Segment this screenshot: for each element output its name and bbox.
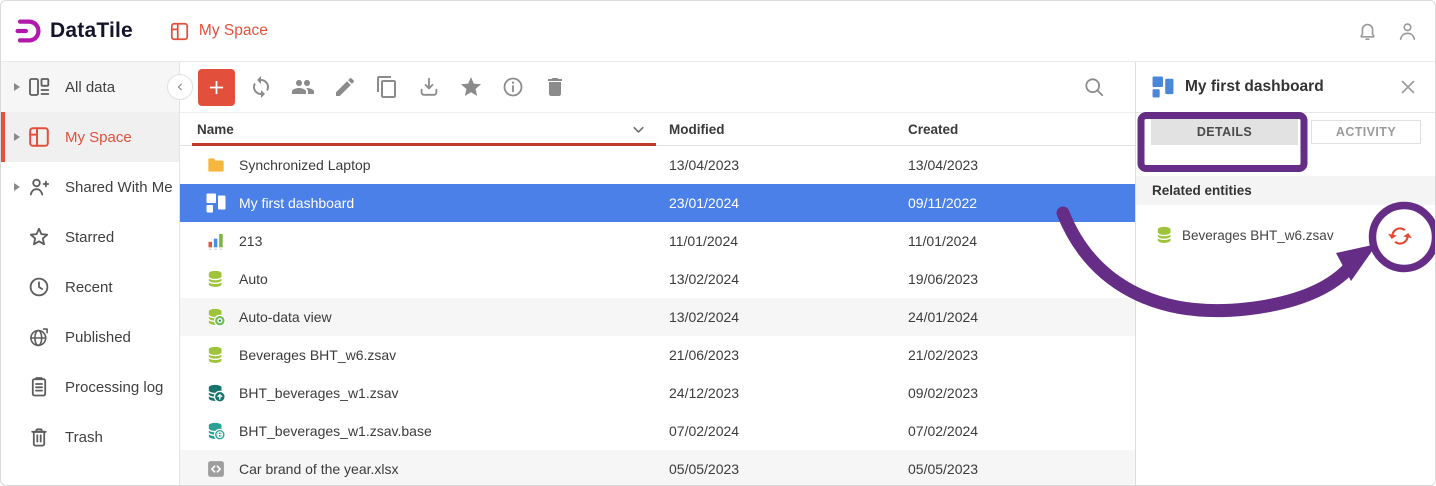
related-entities-header: Related entities [1136,176,1435,205]
database-green-icon [1155,225,1175,245]
my-space-label: My Space [199,22,268,40]
table-row[interactable]: BHT_beverages_w1.zsav 24/12/2023 09/02/2… [180,374,1135,412]
database-teal-globe-icon [206,421,226,441]
person-add-icon [27,175,51,199]
sync-red-sync-button[interactable] [1387,223,1413,249]
edit-button[interactable] [333,75,357,99]
database-green-icon [206,269,226,289]
logo-text: DataTile [50,19,133,43]
table-row[interactable]: 213 11/01/2024 11/01/2024 [180,222,1135,260]
related-entity-row[interactable]: Beverages BHT_w6.zsav [1136,214,1435,256]
sort-chevron-down-icon[interactable] [630,121,647,138]
table-row[interactable]: BHT_beverages_w1.zsav.base 07/02/2024 07… [180,412,1135,450]
refresh-button[interactable] [249,75,273,99]
info-button[interactable] [501,75,525,99]
datatile-logo-icon [15,18,42,44]
clipboard-icon [27,375,51,399]
sidebar-item-published[interactable]: Published [1,312,179,362]
details-panel: My first dashboard DETAILS ACTIVITY Relat… [1135,62,1435,485]
tab-activity[interactable]: ACTIVITY [1311,120,1421,144]
topbar-right [1356,20,1419,43]
my-space-top-tab[interactable]: My Space [169,21,268,42]
column-header-modified[interactable]: Modified [669,122,725,137]
collapse-sidebar-button[interactable] [167,74,193,100]
clock-icon [27,275,51,299]
search-button[interactable] [1082,75,1106,99]
sidebar-item-starred[interactable]: Starred [1,212,179,262]
expand-chevron-icon[interactable] [9,182,24,192]
table-row[interactable]: Beverages BHT_w6.zsav 21/06/2023 21/02/2… [180,336,1135,374]
database-teal-up-icon [206,383,226,403]
tab-details[interactable]: DETAILS [1151,118,1298,145]
folder-icon [206,155,226,175]
sidebar-item-all-data[interactable]: All data [1,62,179,112]
account-person-icon[interactable] [1396,20,1419,43]
column-header-name[interactable]: Name [197,122,234,137]
sidebar-item-processing-log[interactable]: Processing log [1,362,179,412]
database-green-icon [206,345,226,365]
my-space-icon [27,125,51,149]
download-button[interactable] [417,75,441,99]
topbar: DataTile My Space [1,1,1435,62]
table-row[interactable]: My first dashboard 23/01/2024 09/11/2022 [180,184,1135,222]
app-window: DataTile My Space [0,0,1436,486]
users-button[interactable] [291,75,315,99]
main-content: Name Modified Created Synchronized Lapto… [180,62,1135,485]
table-header: Name Modified Created [180,113,1135,146]
duplicate-button[interactable] [375,75,399,99]
table-row[interactable]: Synchronized Laptop 13/04/2023 13/04/202… [180,146,1135,184]
notifications-bell-icon[interactable] [1356,20,1379,43]
details-panel-header: My first dashboard [1136,62,1435,113]
dashboard-icon [1152,76,1174,98]
sidebar: All data My Space Shared With Me Starred… [1,62,180,485]
close-icon[interactable] [1397,76,1419,98]
star-button[interactable] [459,75,483,99]
delete-button[interactable] [543,75,567,99]
dashboard-icon [206,193,226,213]
details-panel-title: My first dashboard [1185,78,1397,96]
bar-chart-icon [206,231,226,251]
add-button[interactable] [198,69,235,106]
table-row[interactable]: Car brand of the year.xlsx 05/05/2023 05… [180,450,1135,486]
table-row[interactable]: Auto 13/02/2024 19/06/2023 [180,260,1135,298]
expand-chevron-icon[interactable] [9,82,24,92]
all-data-icon [27,75,51,99]
database-view-icon [206,307,226,327]
details-panel-tabs: DETAILS ACTIVITY [1136,113,1435,175]
expand-chevron-icon[interactable] [9,132,24,142]
my-space-icon [169,21,190,42]
sidebar-item-trash[interactable]: Trash [1,412,179,462]
sidebar-item-recent[interactable]: Recent [1,262,179,312]
code-file-icon [206,459,226,479]
column-header-created[interactable]: Created [908,122,958,137]
datatile-logo: DataTile [15,18,133,44]
globe-publish-icon [27,325,51,349]
trash-outline-icon [27,425,51,449]
star-outline-icon [27,225,51,249]
file-list: Synchronized Laptop 13/04/2023 13/04/202… [180,146,1135,486]
toolbar [180,62,1135,113]
sidebar-item-shared-with-me[interactable]: Shared With Me [1,162,179,212]
table-row[interactable]: Auto-data view 13/02/2024 24/01/2024 [180,298,1135,336]
sidebar-item-my-space[interactable]: My Space [1,112,179,162]
